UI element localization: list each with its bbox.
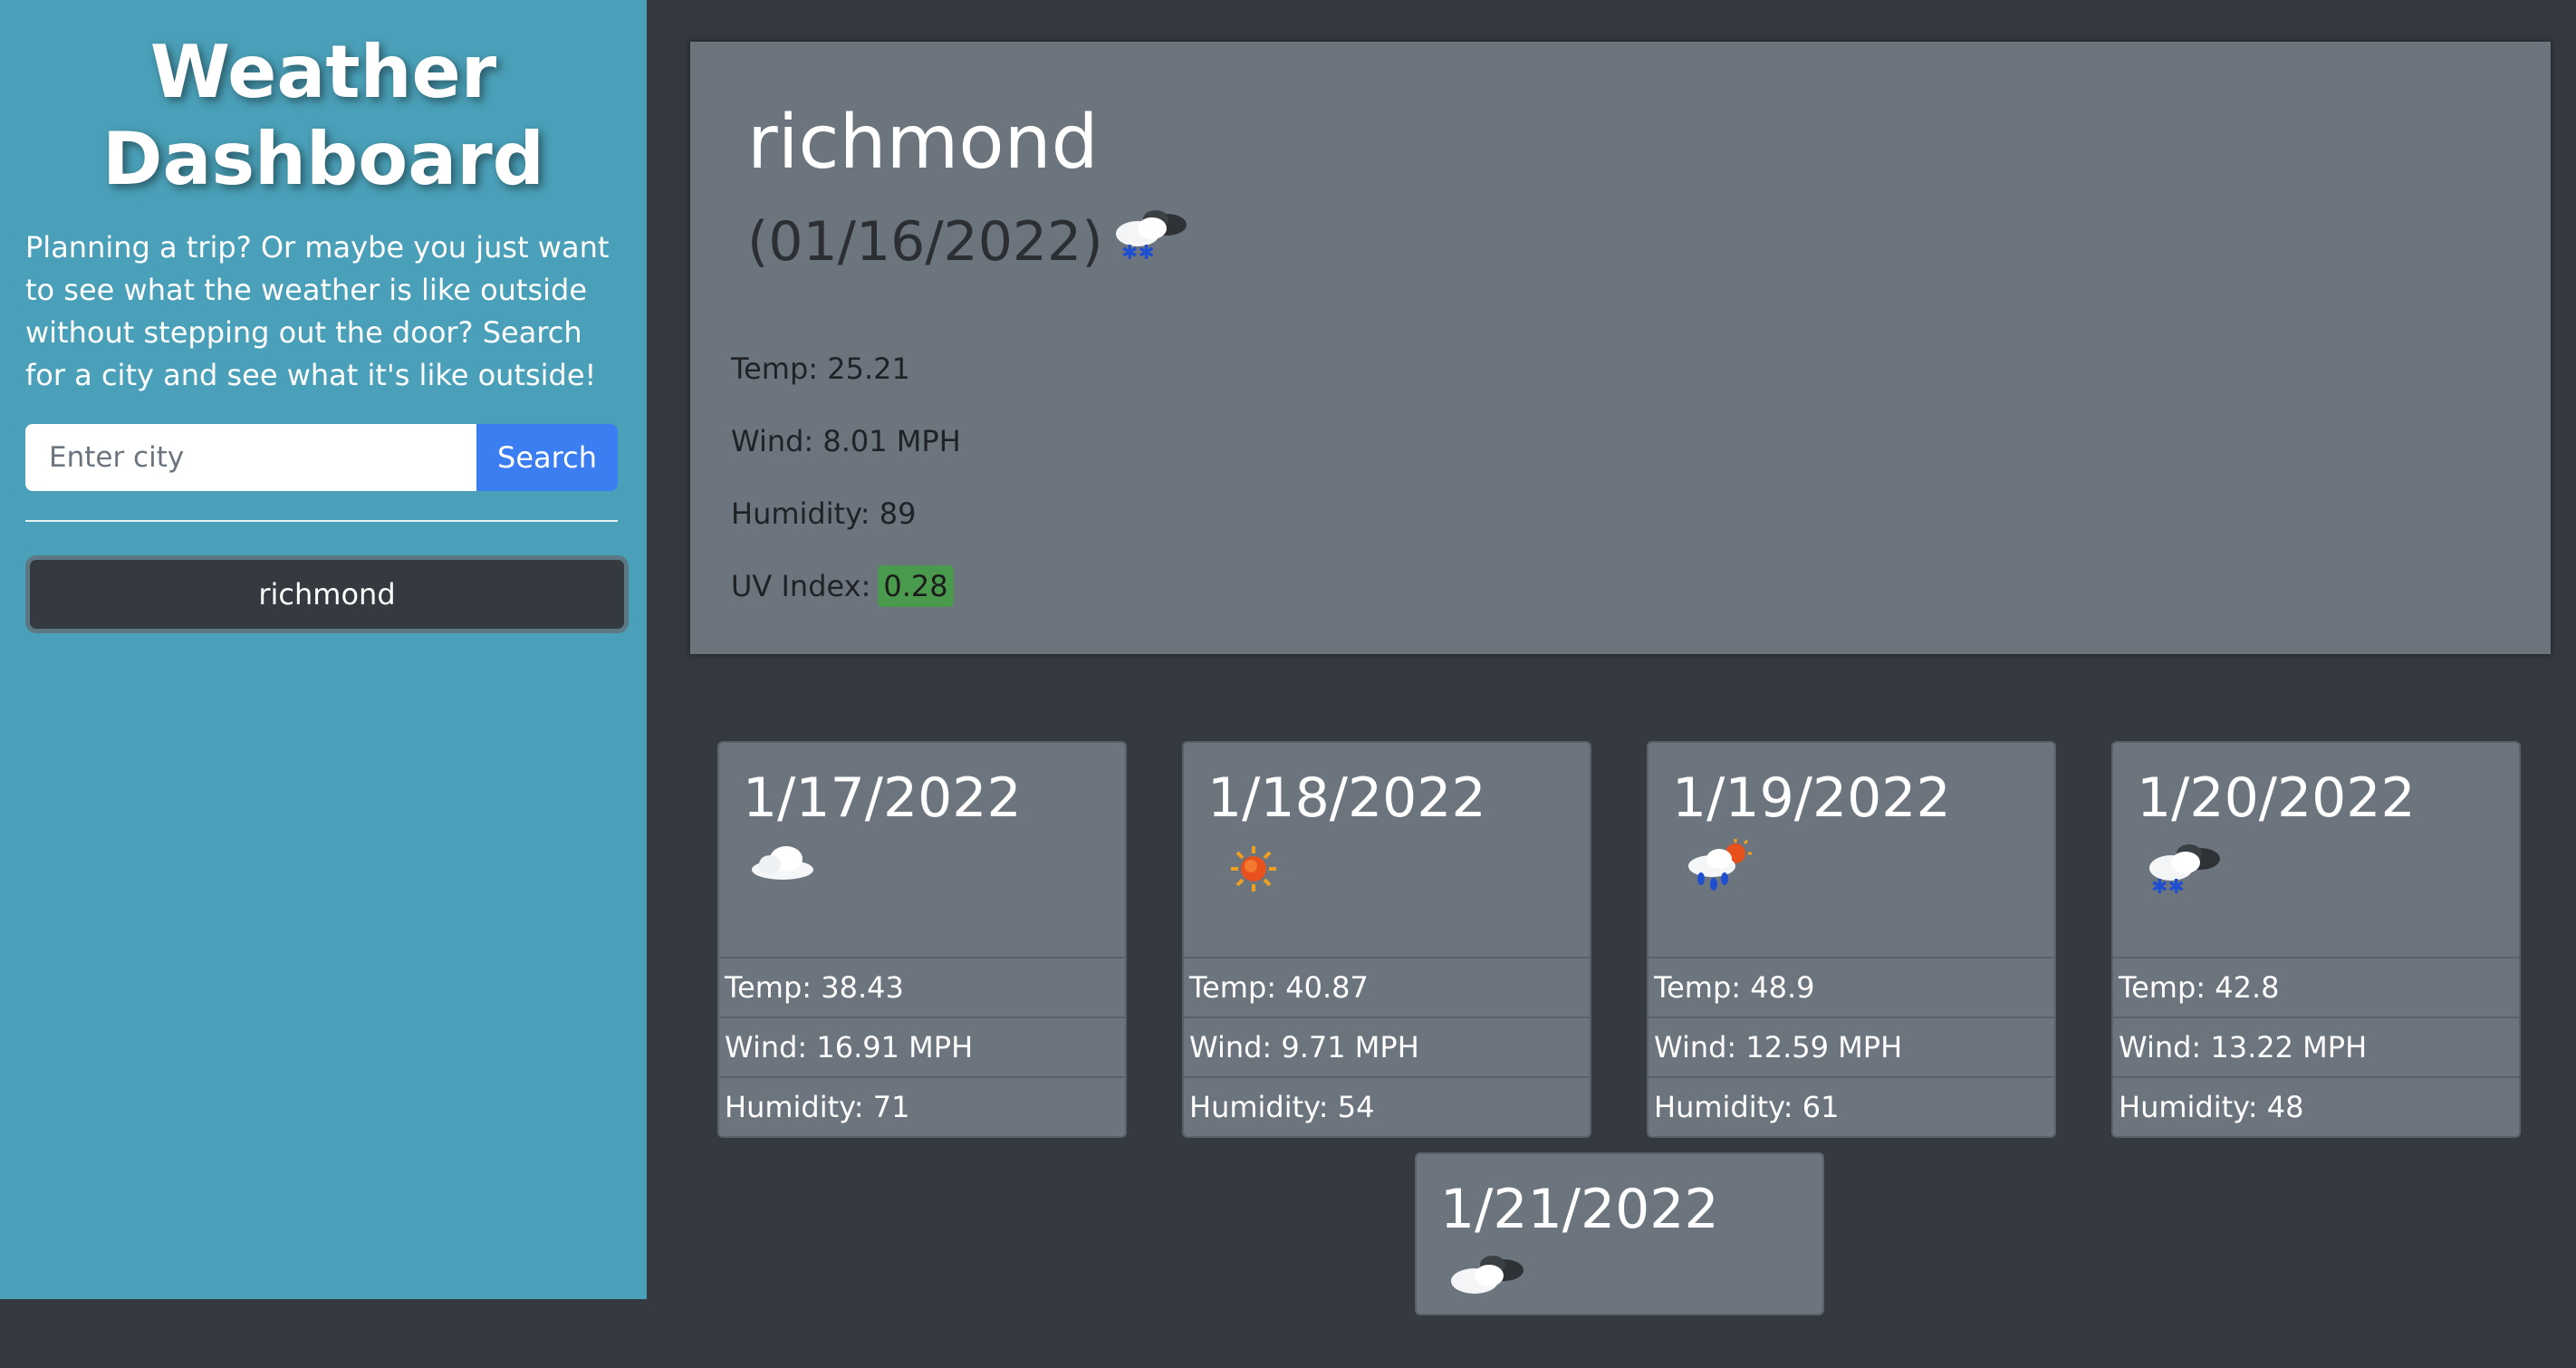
forecast-wind: Wind: 9.71 MPH bbox=[1184, 1016, 1590, 1076]
forecast-card: 1/19/2022 Temp: 48.9 Wind: 12.59 MPH Hum… bbox=[1647, 741, 2056, 1138]
uv-index-row: UV Index: 0.28 bbox=[731, 565, 954, 607]
divider bbox=[25, 520, 618, 522]
forecast-card: 1/18/2022 Temp: 40.87 Wind: 9.71 MPH Hum… bbox=[1182, 741, 1591, 1138]
search-form: Search bbox=[25, 424, 618, 491]
sun-icon bbox=[1229, 844, 1278, 897]
forecast-humidity: Humidity: 61 bbox=[1648, 1076, 2054, 1136]
forecast-humidity: Humidity: 48 bbox=[2113, 1076, 2519, 1136]
current-wind: Wind: 8.01 MPH bbox=[731, 424, 961, 458]
current-weather-panel: richmond (01/16/2022) ✱✱ Temp: 25.21 Win… bbox=[690, 42, 2551, 654]
current-temp: Temp: 25.21 bbox=[731, 352, 910, 386]
current-date-row: (01/16/2022) ✱✱ bbox=[747, 207, 1194, 276]
svg-text:✱✱: ✱✱ bbox=[1121, 242, 1155, 263]
forecast-humidity: Humidity: 71 bbox=[719, 1076, 1125, 1136]
uv-label: UV Index: bbox=[731, 569, 871, 603]
forecast-date: 1/19/2022 bbox=[1672, 766, 1951, 830]
cloud-dark-icon bbox=[1447, 1252, 1531, 1305]
forecast-wind: Wind: 12.59 MPH bbox=[1648, 1016, 2054, 1076]
uv-index-badge: 0.28 bbox=[878, 565, 954, 607]
forecast-date: 1/17/2022 bbox=[743, 766, 1022, 830]
snow-cloud-icon: ✱✱ bbox=[2144, 841, 2227, 901]
rain-sun-icon bbox=[1681, 839, 1754, 901]
city-name: richmond bbox=[747, 100, 1099, 186]
history-button-richmond[interactable]: richmond bbox=[25, 555, 629, 633]
forecast-humidity: Humidity: 54 bbox=[1184, 1076, 1590, 1136]
current-humidity: Humidity: 89 bbox=[731, 496, 917, 531]
cloud-icon bbox=[748, 841, 817, 886]
current-date: (01/16/2022) bbox=[747, 209, 1103, 274]
forecast-wind: Wind: 16.91 MPH bbox=[719, 1016, 1125, 1076]
forecast-date: 1/18/2022 bbox=[1207, 766, 1486, 830]
forecast-temp: Temp: 42.8 bbox=[2113, 957, 2519, 1016]
forecast-wind: Wind: 13.22 MPH bbox=[2113, 1016, 2519, 1076]
app-title: Weather Dashboard bbox=[102, 30, 544, 201]
forecast-card: 1/20/2022 ✱✱ Temp: 42.8 Wind: 13.22 MPH … bbox=[2111, 741, 2521, 1138]
svg-text:✱✱: ✱✱ bbox=[2151, 876, 2185, 897]
search-button[interactable]: Search bbox=[476, 424, 618, 491]
forecast-temp: Temp: 40.87 bbox=[1184, 957, 1590, 1016]
forecast-date: 1/20/2022 bbox=[2137, 766, 2416, 830]
snow-cloud-icon: ✱✱ bbox=[1110, 207, 1194, 276]
forecast-date: 1/21/2022 bbox=[1440, 1178, 1719, 1241]
forecast-temp: Temp: 38.43 bbox=[719, 957, 1125, 1016]
forecast-temp: Temp: 48.9 bbox=[1648, 957, 2054, 1016]
sidebar: Weather Dashboard Planning a trip? Or ma… bbox=[0, 0, 647, 1299]
forecast-card: 1/21/2022 bbox=[1415, 1152, 1824, 1315]
forecast-card: 1/17/2022 Temp: 38.43 Wind: 16.91 MPH Hu… bbox=[717, 741, 1127, 1138]
city-search-input[interactable] bbox=[25, 424, 476, 491]
intro-text: Planning a trip? Or maybe you just want … bbox=[25, 230, 610, 392]
